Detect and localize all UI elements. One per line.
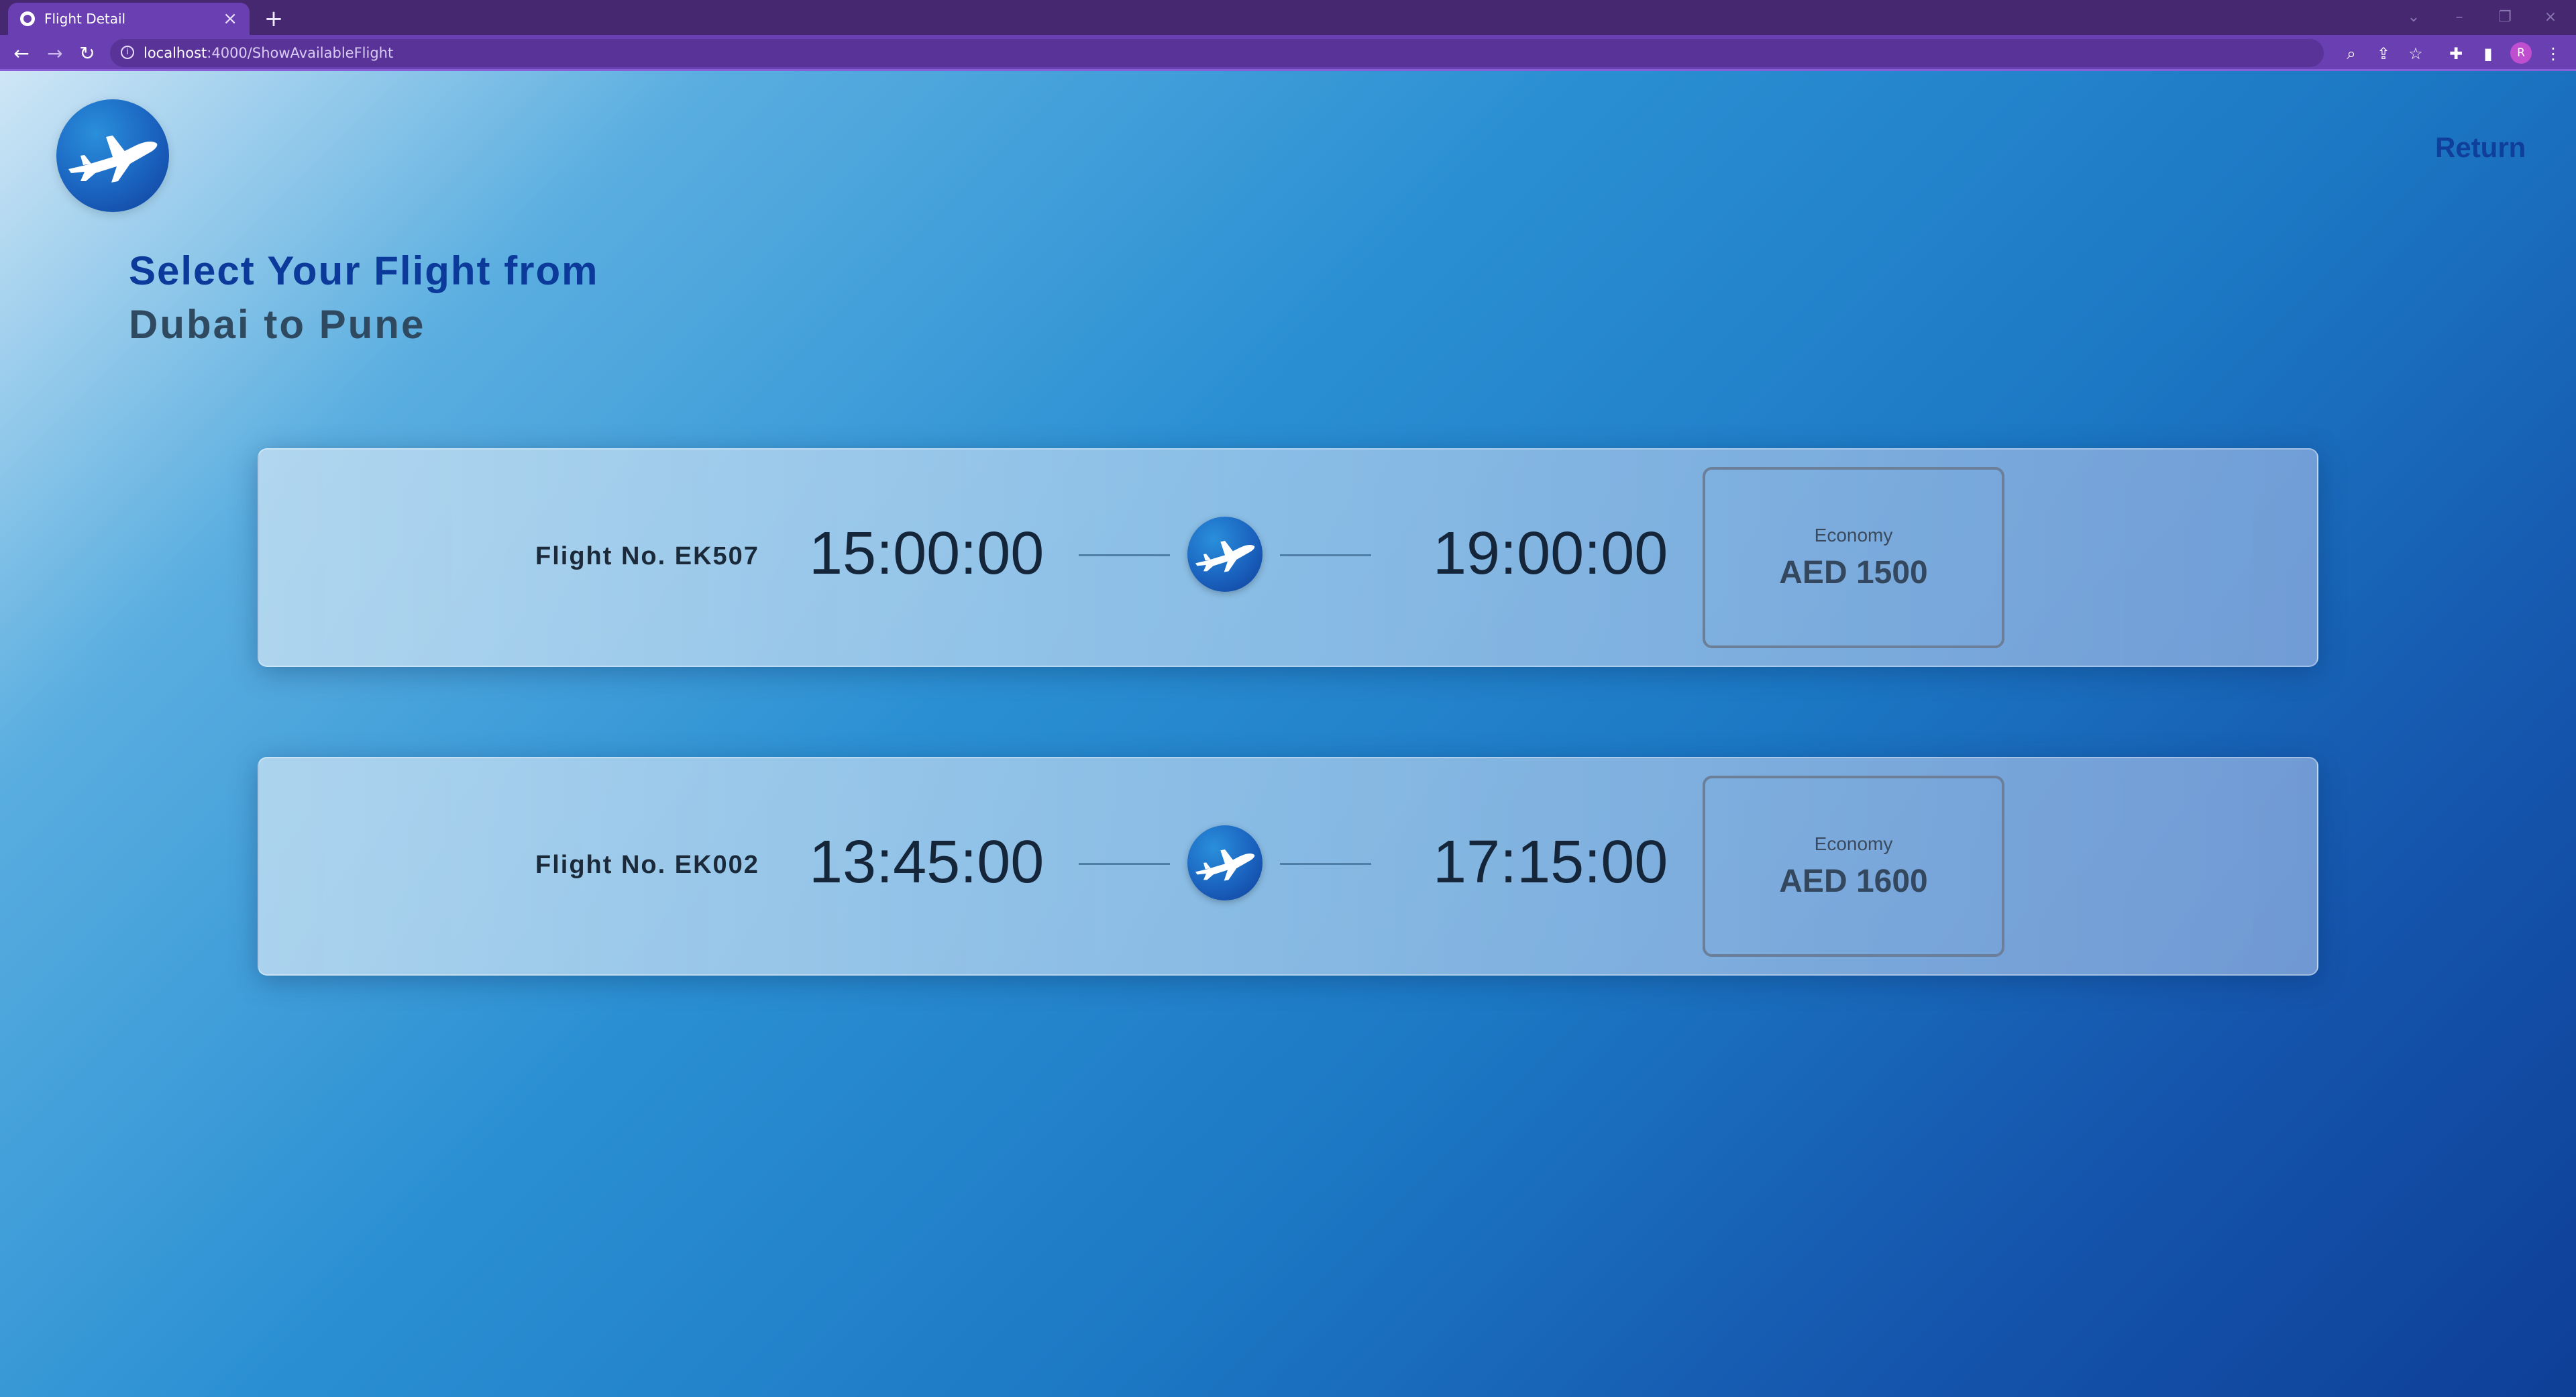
fare-button[interactable]: Economy AED 1600 [1703, 776, 2004, 957]
back-icon[interactable]: ← [7, 39, 36, 68]
airline-logo[interactable] [56, 99, 169, 212]
departure-time: 15:00:00 [809, 520, 1044, 587]
route-line-right [1280, 863, 1371, 865]
flight-number: Flight No. EK002 [535, 851, 759, 879]
flight-number: Flight No. EK507 [535, 542, 759, 570]
close-window-icon[interactable]: × [2530, 4, 2571, 31]
address-bar[interactable]: i localhost:4000/ShowAvailableFlight [110, 39, 2324, 67]
minimize-icon[interactable]: – [2439, 4, 2479, 31]
globe-icon [20, 11, 35, 26]
flight-card[interactable]: Flight No. EK507 15:00:00 19:00:00 Econo… [258, 448, 2318, 667]
browser-chrome: Flight Detail × + ⌄ – ❐ × ← → ↻ i localh… [0, 0, 2576, 71]
share-icon[interactable]: ⇪ [2370, 40, 2397, 67]
extensions-icon[interactable]: ✚ [2443, 40, 2469, 67]
page: Return Select Your Flight from Dubai to … [0, 71, 2576, 1397]
reload-icon[interactable]: ↻ [72, 39, 102, 68]
route-line-left [1079, 554, 1170, 556]
airplane-badge [1187, 825, 1263, 900]
sidebar-icon[interactable]: ▮ [2475, 40, 2502, 67]
tab-strip: Flight Detail × + ⌄ – ❐ × [0, 0, 2576, 35]
airplane-icon [68, 136, 158, 183]
tab-flight-detail[interactable]: Flight Detail × [8, 3, 250, 35]
restore-icon[interactable]: ❐ [2485, 4, 2525, 31]
airplane-badge [1187, 517, 1263, 592]
forward-icon[interactable]: → [40, 39, 70, 68]
zoom-icon[interactable]: ⌕ [2338, 40, 2365, 67]
fare-class: Economy [1814, 833, 1893, 854]
flight-card[interactable]: Flight No. EK002 13:45:00 17:15:00 Econo… [258, 757, 2318, 976]
url-host: localhost [144, 45, 207, 61]
toolbar: ← → ↻ i localhost:4000/ShowAvailableFlig… [0, 35, 2576, 71]
tab-title: Flight Detail [44, 11, 126, 27]
fare-price: AED 1600 [1779, 864, 1928, 899]
profile-avatar[interactable]: R [2510, 42, 2532, 64]
tab-close-icon[interactable]: × [223, 10, 237, 28]
star-icon[interactable]: ☆ [2402, 40, 2429, 67]
arrival-time: 17:15:00 [1433, 829, 1668, 896]
fare-button[interactable]: Economy AED 1500 [1703, 467, 2004, 648]
page-title-route: Dubai to Pune [129, 302, 426, 347]
airplane-icon [1195, 849, 1255, 881]
fare-class: Economy [1814, 525, 1893, 546]
url-path: :4000/ShowAvailableFlight [207, 45, 394, 61]
page-title: Select Your Flight from Dubai to Pune [129, 244, 599, 352]
page-title-line1: Select Your Flight from [129, 248, 599, 293]
route-line-left [1079, 863, 1170, 865]
tab-search-icon[interactable]: ⌄ [2394, 4, 2434, 31]
arrival-time: 19:00:00 [1433, 520, 1668, 587]
return-link[interactable]: Return [2435, 132, 2526, 164]
route-line-right [1280, 554, 1371, 556]
airplane-icon [1195, 541, 1255, 572]
fare-price: AED 1500 [1779, 555, 1928, 590]
menu-icon[interactable]: ⋮ [2540, 40, 2567, 67]
departure-time: 13:45:00 [809, 829, 1044, 896]
new-tab-button[interactable]: + [260, 5, 287, 32]
info-icon[interactable]: i [121, 46, 134, 59]
